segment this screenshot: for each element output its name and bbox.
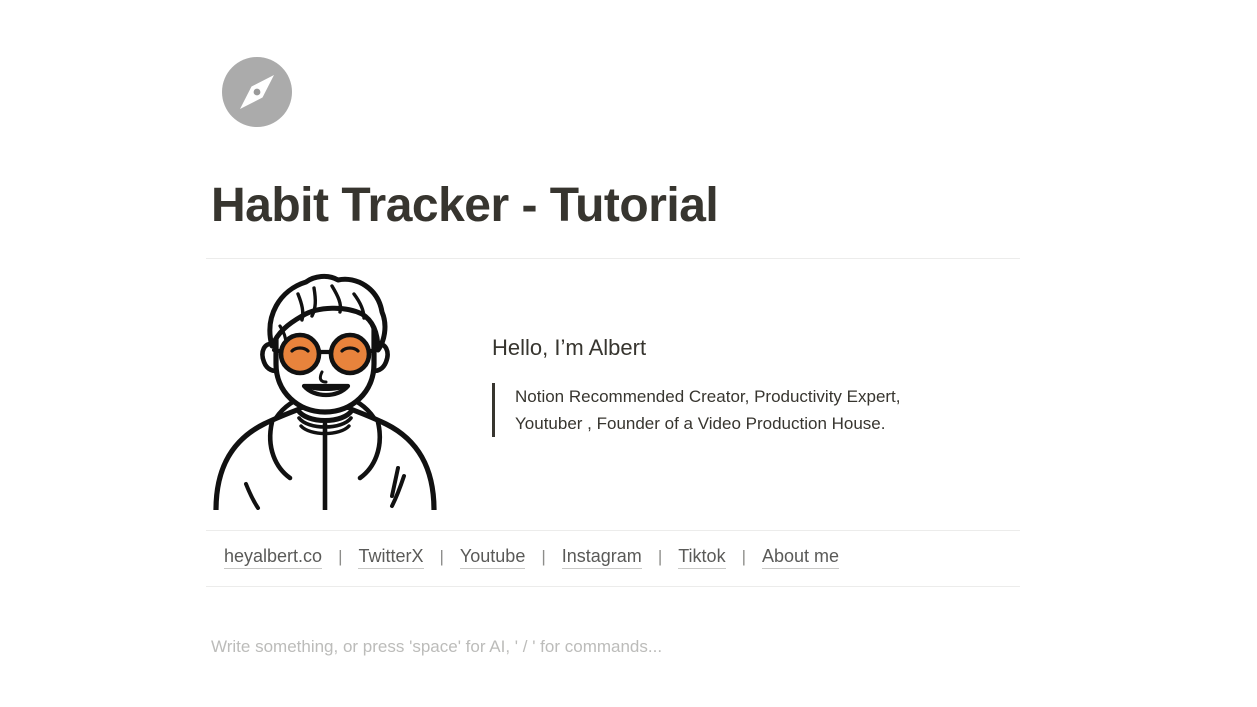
link-separator: | bbox=[338, 546, 343, 566]
link-about-me[interactable]: About me bbox=[762, 547, 840, 569]
link-heyalbert[interactable]: heyalbert.co bbox=[224, 547, 323, 569]
link-separator: | bbox=[657, 546, 663, 566]
page-icon-button[interactable] bbox=[222, 57, 292, 127]
intro-quote[interactable]: Notion Recommended Creator, Productivity… bbox=[492, 382, 1020, 437]
editor-placeholder[interactable]: Write something, or press 'space' for AI… bbox=[211, 634, 662, 660]
intro-text-block: Hello, I’m Albert Notion Recommended Cre… bbox=[492, 272, 1020, 437]
intro-heading[interactable]: Hello, I’m Albert bbox=[492, 334, 1020, 363]
avatar bbox=[206, 272, 444, 510]
link-separator: | bbox=[439, 546, 444, 566]
link-separator: | bbox=[541, 546, 546, 566]
divider-below-links bbox=[206, 586, 1020, 587]
albert-avatar-illustration bbox=[213, 273, 437, 510]
link-twitterx[interactable]: TwitterX bbox=[358, 547, 424, 569]
compass-icon bbox=[222, 57, 292, 127]
social-links-row: heyalbert.co | TwitterX | Youtube | Inst… bbox=[206, 540, 1020, 576]
page-title[interactable]: Habit Tracker - Tutorial bbox=[211, 179, 719, 233]
link-youtube[interactable]: Youtube bbox=[459, 547, 526, 569]
intro-quote-line-1: Notion Recommended Creator, Productivity… bbox=[515, 386, 901, 406]
divider-above-links bbox=[206, 530, 1020, 531]
intro-quote-line-2: Youtuber , Founder of a Video Production… bbox=[515, 413, 886, 433]
profile-section: Hello, I’m Albert Notion Recommended Cre… bbox=[206, 272, 1020, 518]
link-tiktok[interactable]: Tiktok bbox=[678, 547, 726, 569]
link-separator: | bbox=[741, 546, 746, 566]
notion-page: Habit Tracker - Tutorial Hello, I’m Albe… bbox=[0, 0, 1257, 707]
divider-below-title bbox=[206, 258, 1020, 259]
link-instagram[interactable]: Instagram bbox=[561, 547, 642, 569]
